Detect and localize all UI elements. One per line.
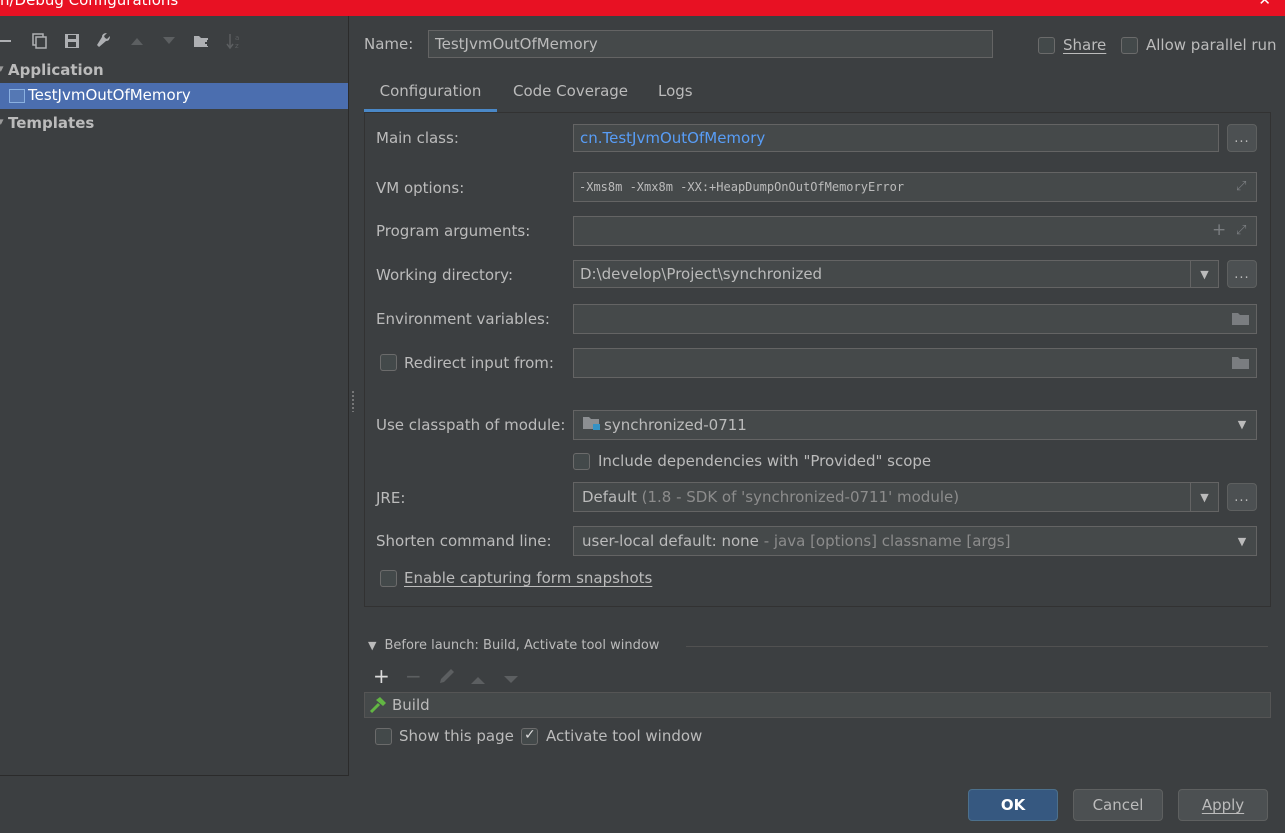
tree-item-label: TestJvmOutOfMemory (28, 86, 191, 104)
before-launch-title: Before launch: Build, Activate tool wind… (384, 638, 660, 653)
add-task-plus-icon[interactable]: + (373, 664, 390, 688)
tab-configuration[interactable]: Configuration (364, 74, 497, 112)
before-launch-task-row[interactable]: Build (364, 692, 1271, 718)
tree-item-selected[interactable]: TestJvmOutOfMemory (0, 83, 348, 109)
application-config-icon (9, 89, 25, 103)
new-folder-icon[interactable] (190, 28, 214, 54)
tree-toolbar: az (0, 28, 349, 54)
edit-templates-wrench-icon[interactable] (92, 28, 116, 54)
collapse-arrow-icon[interactable]: ▾ (0, 62, 4, 75)
copy-config-icon[interactable] (27, 28, 51, 54)
close-icon[interactable]: ✕ (1258, 0, 1271, 9)
expand-icon[interactable]: ⤢ (1236, 179, 1246, 194)
environment-variables-label: Environment variables: (376, 310, 550, 328)
capture-snapshots-checkbox[interactable] (380, 570, 397, 587)
share-label: Share (1063, 36, 1107, 54)
tree-group-templates[interactable]: ▾ Templates (0, 114, 95, 132)
window-title: n/Debug Configurations (0, 0, 179, 9)
redirect-input-checkbox[interactable] (380, 354, 397, 371)
show-page-label: Show this page (399, 727, 514, 745)
capture-snapshots-label: Enable capturing form snapshots (404, 569, 653, 587)
program-arguments-label: Program arguments: (376, 222, 531, 240)
insert-macro-plus-icon[interactable]: + (1212, 220, 1226, 240)
ok-button[interactable]: OK (968, 789, 1058, 821)
cancel-button[interactable]: Cancel (1073, 789, 1163, 821)
separator (686, 646, 1268, 647)
environment-variables-field[interactable] (573, 304, 1257, 334)
sort-alphabetically-icon[interactable]: az (222, 28, 246, 54)
vm-options-field[interactable]: -Xms8m -Xmx8m -XX:+HeapDumpOnOutOfMemory… (573, 172, 1257, 202)
name-label: Name: (364, 35, 414, 53)
activate-tool-window-label: Activate tool window (546, 727, 703, 745)
chevron-down-icon[interactable]: ▼ (1190, 261, 1218, 287)
expand-arrow-icon[interactable]: ▾ (0, 115, 4, 128)
activate-tool-window-checkbox[interactable] (521, 727, 538, 745)
collapse-arrow-icon[interactable]: ▼ (368, 639, 376, 652)
chevron-down-icon[interactable]: ▼ (1228, 527, 1256, 555)
shorten-command-line-combo[interactable]: user-local default: none - java [options… (573, 526, 1257, 556)
build-hammer-icon (368, 696, 388, 718)
shorten-value: user-local default: none (582, 532, 759, 550)
name-field-value: TestJvmOutOfMemory (435, 35, 598, 53)
redirect-input-label: Redirect input from: (404, 354, 554, 372)
tree-group-label: Templates (8, 114, 95, 132)
classpath-module-combo[interactable]: synchronized-0711 ▼ (573, 410, 1257, 440)
jre-combo[interactable]: Default (1.8 - SDK of 'synchronized-0711… (573, 482, 1219, 512)
move-up-icon[interactable] (125, 28, 149, 54)
build-task-label: Build (392, 696, 430, 714)
tab-code-coverage[interactable]: Code Coverage (513, 74, 628, 112)
expand-icon[interactable]: ⤢ (1236, 223, 1246, 238)
folder-icon[interactable] (1231, 311, 1251, 330)
shorten-value-detail: - java [options] classname [args] (763, 532, 1011, 550)
svg-text:z: z (235, 42, 239, 50)
include-provided-label: Include dependencies with "Provided" sco… (598, 452, 932, 470)
jre-value-detail: (1.8 - SDK of 'synchronized-0711' module… (641, 488, 960, 506)
apply-button[interactable]: Apply (1178, 789, 1268, 821)
browse-working-directory-button[interactable]: ... (1227, 260, 1257, 288)
folder-icon[interactable] (1231, 355, 1251, 374)
move-down-icon[interactable] (157, 28, 181, 54)
config-tree-panel: az ▾ Application TestJvmOutOfMemory ▾ Te… (0, 16, 349, 776)
allow-parallel-checkbox[interactable] (1121, 37, 1138, 54)
name-field[interactable]: TestJvmOutOfMemory (428, 30, 993, 58)
module-folder-icon (582, 415, 604, 435)
allow-parallel-label: Allow parallel run (1146, 36, 1277, 54)
chevron-down-icon[interactable]: ▼ (1228, 411, 1256, 437)
move-down-icon[interactable] (503, 671, 519, 689)
main-class-label: Main class: (376, 129, 459, 147)
program-arguments-field[interactable] (573, 216, 1257, 246)
classpath-module-value: synchronized-0711 (604, 416, 747, 434)
tab-logs[interactable]: Logs (658, 74, 693, 112)
edit-task-pencil-icon[interactable] (438, 667, 456, 689)
tree-group-application[interactable]: ▾ Application (0, 61, 104, 79)
main-class-value: cn.TestJvmOutOfMemory (580, 129, 766, 147)
show-page-checkbox[interactable] (375, 728, 392, 745)
working-directory-label: Working directory: (376, 266, 514, 284)
save-config-icon[interactable] (60, 28, 84, 54)
working-directory-value: D:\develop\Project\synchronized (580, 265, 823, 283)
browse-main-class-button[interactable]: ... (1227, 124, 1257, 152)
move-up-icon[interactable] (470, 671, 486, 689)
jre-label: JRE: (376, 489, 406, 507)
title-bar: n/Debug Configurations ✕ (0, 0, 1285, 16)
share-checkbox[interactable] (1038, 37, 1055, 54)
vm-options-value: -Xms8m -Xmx8m -XX:+HeapDumpOnOutOfMemory… (579, 180, 905, 194)
include-provided-checkbox[interactable] (573, 453, 590, 470)
working-directory-combo[interactable]: D:\develop\Project\synchronized ▼ (573, 260, 1219, 288)
svg-text:a: a (235, 34, 239, 42)
remove-task-minus-icon[interactable]: − (405, 664, 422, 688)
chevron-down-icon[interactable]: ▼ (1190, 483, 1218, 511)
shorten-command-line-label: Shorten command line: (376, 532, 552, 550)
main-class-field[interactable]: cn.TestJvmOutOfMemory (573, 124, 1219, 152)
classpath-module-label: Use classpath of module: (376, 416, 566, 434)
browse-jre-button[interactable]: ... (1227, 483, 1257, 511)
splitter-handle[interactable] (351, 390, 355, 412)
jre-value: Default (582, 488, 637, 506)
remove-config-icon[interactable] (0, 28, 18, 54)
vm-options-label: VM options: (376, 179, 465, 197)
tree-group-label: Application (8, 61, 104, 79)
before-launch-header[interactable]: ▼ Before launch: Build, Activate tool win… (368, 638, 659, 653)
redirect-input-field[interactable] (573, 348, 1257, 378)
